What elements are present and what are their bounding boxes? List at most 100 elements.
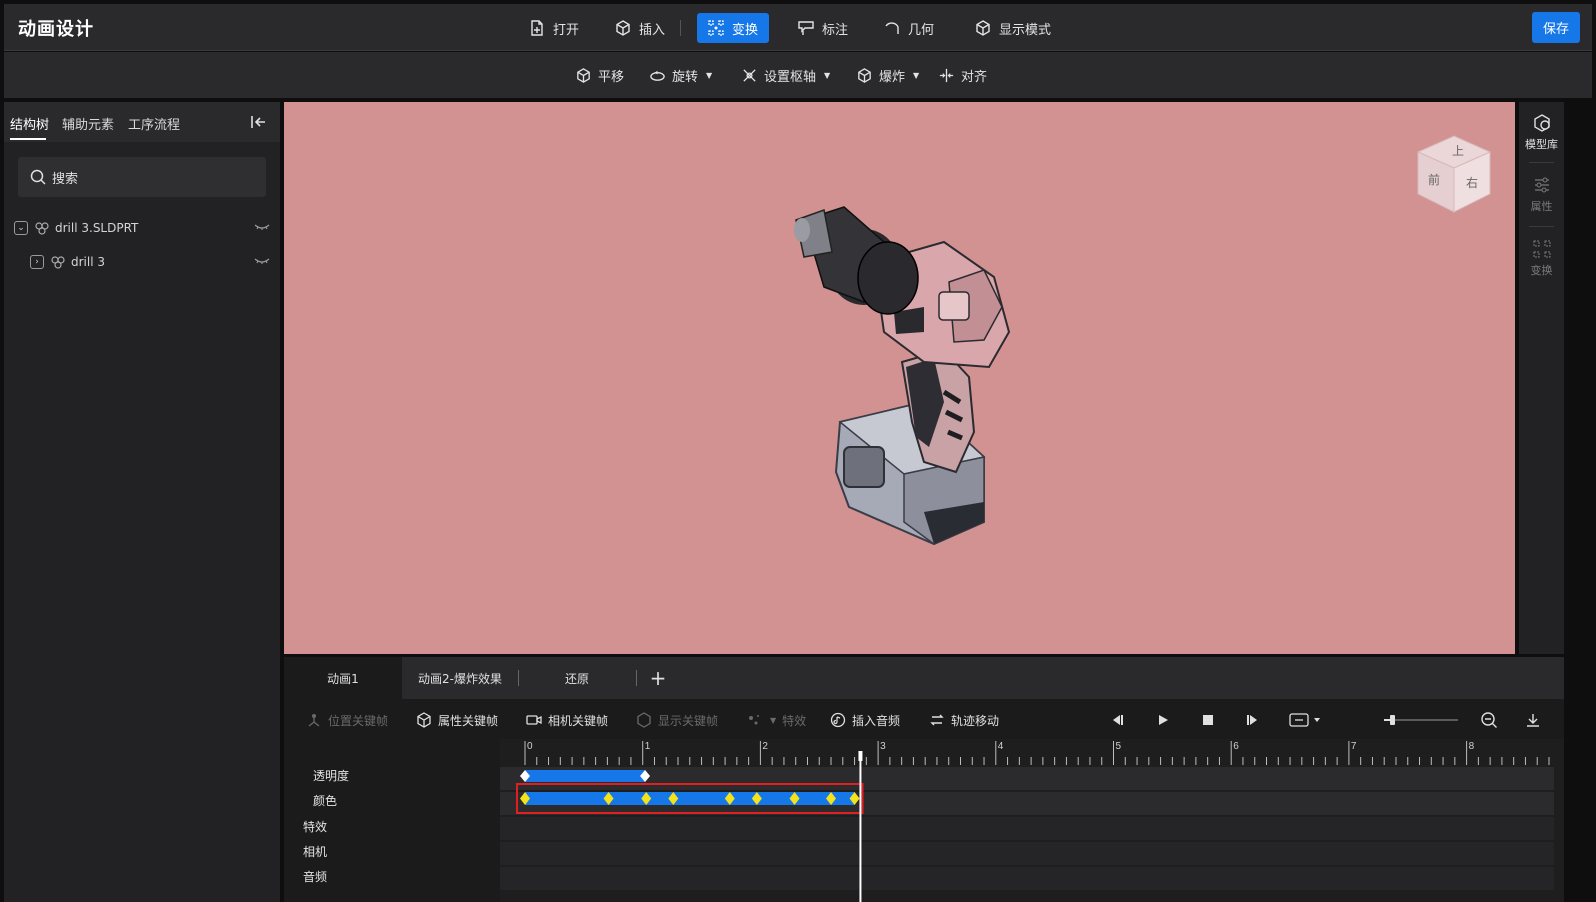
ruler-label: 3 (880, 741, 886, 752)
rotate-button[interactable]: 旋转 ▼ (649, 65, 712, 85)
display-keyframe-button[interactable]: 显示关键帧 (636, 711, 718, 729)
animation-timeline: 动画1 动画2-爆炸效果 还原 + 位置关键帧 属性关键帧 相机关键帧 显示关键 (284, 657, 1564, 902)
display-mode-button[interactable]: 显示模式 (964, 13, 1061, 43)
pivot-button[interactable]: 设置枢轴 ▼ (741, 65, 830, 85)
view-cube-right[interactable]: 右 (1466, 175, 1478, 190)
open-button[interactable]: 打开 (518, 13, 589, 43)
structure-panel: 结构树 辅助元素 工序流程 搜索 ⌄ drill 3.SLDPRT › dril… (4, 102, 280, 902)
previous-frame-button[interactable] (1108, 711, 1126, 729)
active-tab-indicator (10, 138, 46, 140)
track-move-button[interactable]: 轨迹移动 (929, 711, 999, 729)
tree-node-label: drill 3 (71, 255, 106, 269)
insert-button[interactable]: 插入 (604, 13, 675, 43)
track-label-opacity: 透明度 (313, 769, 350, 783)
tab-animation-2[interactable]: 动画2-爆炸效果 (402, 657, 518, 699)
ruler-label: 7 (1351, 741, 1357, 752)
tab-restore[interactable]: 还原 (518, 657, 636, 699)
align-icon (939, 68, 954, 82)
sparkle-icon (749, 715, 759, 725)
camera-keyframe-button[interactable]: 相机关键帧 (526, 711, 608, 729)
transform-label: 变换 (732, 22, 759, 38)
ruler-label: 5 (1116, 741, 1122, 752)
timeline-tracks[interactable]: 0 1 2 3 4 5 6 7 8 (500, 739, 1564, 902)
next-frame-button[interactable] (1244, 711, 1262, 729)
left-panel-tabs: 结构树 辅助元素 工序流程 (4, 102, 280, 142)
transform-grid-icon (1533, 240, 1550, 258)
explode-button[interactable]: 爆炸 ▼ (856, 65, 919, 85)
add-tab-button[interactable]: + (644, 657, 672, 699)
translate-button[interactable]: 平移 (575, 65, 624, 85)
ruler-label: 1 (645, 741, 651, 752)
annotate-label: 标注 (822, 22, 849, 38)
model-library-button[interactable]: 模型库 (1519, 112, 1564, 152)
app-title: 动画设计 (18, 19, 94, 40)
view-cube[interactable]: 上 前 右 (1414, 132, 1494, 221)
align-label: 对齐 (961, 69, 988, 85)
stop-button[interactable] (1199, 711, 1217, 729)
drill-model[interactable] (284, 102, 1515, 654)
translate-label: 平移 (598, 69, 625, 85)
view-cube-front[interactable]: 前 (1428, 172, 1440, 187)
align-button[interactable]: 对齐 (938, 65, 987, 85)
property-keyframe-button[interactable]: 属性关键帧 (416, 711, 498, 729)
zoom-out-icon (1481, 712, 1497, 728)
annotation-icon (798, 21, 814, 35)
zoom-slider-track (1384, 715, 1458, 725)
track-row[interactable] (500, 867, 1554, 890)
playback-mode-dropdown[interactable] (1288, 711, 1324, 729)
collapse-panel-icon[interactable] (248, 112, 268, 132)
search-input[interactable]: 搜索 (18, 157, 266, 197)
chevron-down-icon: ▼ (913, 70, 920, 80)
insert-audio-button[interactable]: 插入音频 (830, 711, 900, 729)
opacity-keyframe-bar[interactable] (525, 770, 646, 782)
part-icon (51, 256, 65, 269)
insert-label: 插入 (639, 22, 666, 38)
track-area[interactable]: 0 1 2 3 4 5 6 7 8 (500, 739, 1564, 902)
expand-toggle[interactable]: › (30, 255, 44, 269)
effects-button[interactable]: ▼ 特效 (746, 711, 806, 729)
play-button[interactable] (1154, 711, 1172, 729)
ruler-label: 4 (998, 741, 1004, 752)
visibility-eye-icon[interactable] (254, 256, 270, 266)
tree-node-part[interactable]: › drill 3 (4, 249, 280, 275)
translate-cube-icon (577, 67, 590, 83)
playhead-handle[interactable] (858, 751, 863, 761)
track-row[interactable] (500, 817, 1554, 840)
model-library-icon (1533, 114, 1550, 132)
tree-node-assembly[interactable]: ⌄ drill 3.SLDPRT (4, 215, 280, 241)
transform-panel-button[interactable]: 变换 (1519, 238, 1564, 278)
tab-structure-tree[interactable]: 结构树 (10, 114, 49, 133)
save-button[interactable]: 保存 (1532, 12, 1580, 43)
track-move-label: 轨迹移动 (951, 713, 1000, 728)
annotate-button[interactable]: 标注 (787, 13, 858, 43)
transform-button[interactable]: 变换 (697, 13, 769, 43)
tab-auxiliary-elements[interactable]: 辅助元素 (62, 114, 114, 133)
tab-animation-1[interactable]: 动画1 (284, 657, 402, 699)
property-keyframe-label: 属性关键帧 (438, 713, 499, 728)
zoom-out-button[interactable] (1480, 711, 1498, 729)
pivot-label: 设置枢轴 (764, 69, 817, 85)
geometry-button[interactable]: 几何 (873, 13, 944, 43)
view-cube-top[interactable]: 上 (1452, 144, 1464, 158)
track-row[interactable] (500, 842, 1554, 865)
track-row[interactable] (500, 767, 1554, 790)
open-label: 打开 (553, 22, 580, 38)
pivot-icon (743, 68, 756, 82)
color-keyframe-bar[interactable] (525, 792, 855, 805)
cube-icon (616, 20, 630, 36)
tab-process-flow[interactable]: 工序流程 (128, 114, 180, 133)
position-keyframe-button[interactable]: 位置关键帧 (306, 711, 388, 729)
model-library-label: 模型库 (1525, 138, 1558, 151)
tab-divider (636, 670, 637, 686)
collapse-toggle[interactable]: ⌄ (14, 221, 28, 235)
3d-viewport[interactable]: 上 前 右 (284, 102, 1515, 654)
ruler-label: 2 (762, 741, 768, 752)
top-toolbar: 动画设计 打开 插入 变换 标注 几何 显示模式 保存 (4, 4, 1592, 51)
step-forward-icon (1247, 715, 1257, 725)
download-button[interactable] (1524, 711, 1542, 729)
zoom-slider[interactable] (1382, 711, 1462, 729)
open-file-icon (531, 20, 543, 36)
chevron-down-icon: ▼ (706, 70, 713, 80)
properties-button[interactable]: 属性 (1519, 174, 1564, 214)
visibility-eye-icon[interactable] (254, 222, 270, 232)
